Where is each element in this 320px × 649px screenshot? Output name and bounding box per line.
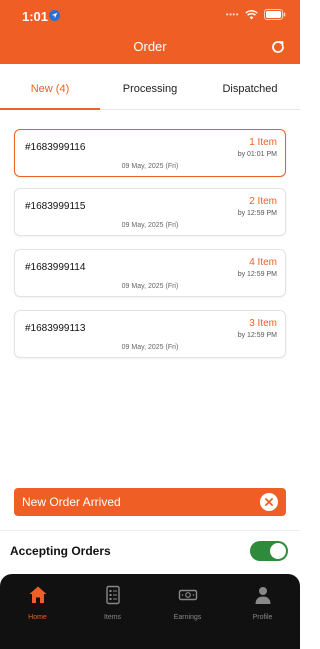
order-item-count: 3 Item: [249, 318, 277, 329]
items-icon: [105, 585, 120, 605]
status-time: 1:01: [22, 9, 49, 24]
earnings-icon: [178, 589, 197, 601]
location-arrow-icon: [49, 10, 60, 21]
nav-earnings[interactable]: Earnings: [150, 574, 225, 649]
accepting-orders-toggle[interactable]: [250, 541, 288, 561]
accepting-orders-label: Accepting Orders: [10, 544, 111, 558]
tab-processing[interactable]: Processing: [100, 64, 200, 109]
order-card[interactable]: #1683999113 3 Item by 12:59 PM 09 May, 2…: [14, 310, 286, 358]
nav-label: Earnings: [173, 614, 202, 621]
order-date: 09 May, 2025 (Fri): [121, 344, 179, 351]
order-id: #1683999113: [25, 323, 86, 334]
header-bar: 1:01 •••• Order: [0, 0, 300, 64]
nav-items[interactable]: Items: [75, 574, 150, 649]
nav-label: Profile: [252, 614, 273, 621]
order-card[interactable]: #1683999116 1 Item by 01:01 PM 09 May, 2…: [14, 129, 286, 177]
order-date: 09 May, 2025 (Fri): [121, 283, 179, 290]
order-id: #1683999116: [25, 142, 86, 153]
tab-dispatched[interactable]: Dispatched: [200, 64, 300, 109]
order-due-time: by 12:59 PM: [237, 210, 277, 217]
signal-icon: ••••: [225, 10, 239, 19]
nav-label: Items: [103, 614, 122, 621]
wifi-icon: [245, 9, 258, 19]
order-due-time: by 12:59 PM: [237, 271, 277, 278]
order-id: #1683999114: [25, 262, 86, 273]
new-order-toast[interactable]: New Order Arrived: [14, 488, 286, 516]
tab-new[interactable]: New (4): [0, 64, 100, 110]
system-icons: ••••: [226, 9, 286, 20]
order-id: #1683999115: [25, 201, 86, 212]
page-title: Order: [133, 39, 167, 54]
order-due-time: by 01:01 PM: [237, 151, 277, 158]
order-card[interactable]: #1683999114 4 Item by 12:59 PM 09 May, 2…: [14, 249, 286, 297]
order-item-count: 2 Item: [249, 196, 277, 207]
toggle-knob: [270, 543, 286, 559]
order-tabs: New (4) Processing Dispatched: [0, 64, 300, 110]
refresh-icon[interactable]: [270, 39, 286, 55]
order-date: 09 May, 2025 (Fri): [121, 163, 179, 170]
nav-profile[interactable]: Profile: [225, 574, 300, 649]
home-icon: [29, 586, 46, 603]
close-icon[interactable]: [260, 493, 278, 511]
order-item-count: 1 Item: [249, 137, 277, 148]
bottom-navigation: Home Items Earnings Profile: [0, 574, 300, 649]
nav-label: Home: [28, 614, 47, 621]
nav-home[interactable]: Home: [0, 574, 75, 649]
profile-icon: [255, 587, 270, 604]
order-item-count: 4 Item: [249, 257, 277, 268]
toast-message: New Order Arrived: [22, 495, 121, 509]
order-date: 09 May, 2025 (Fri): [121, 222, 179, 229]
accepting-orders-row: Accepting Orders: [0, 530, 300, 572]
order-due-time: by 12:59 PM: [237, 332, 277, 339]
order-card[interactable]: #1683999115 2 Item by 12:59 PM 09 May, 2…: [14, 188, 286, 236]
battery-icon: [264, 9, 286, 20]
